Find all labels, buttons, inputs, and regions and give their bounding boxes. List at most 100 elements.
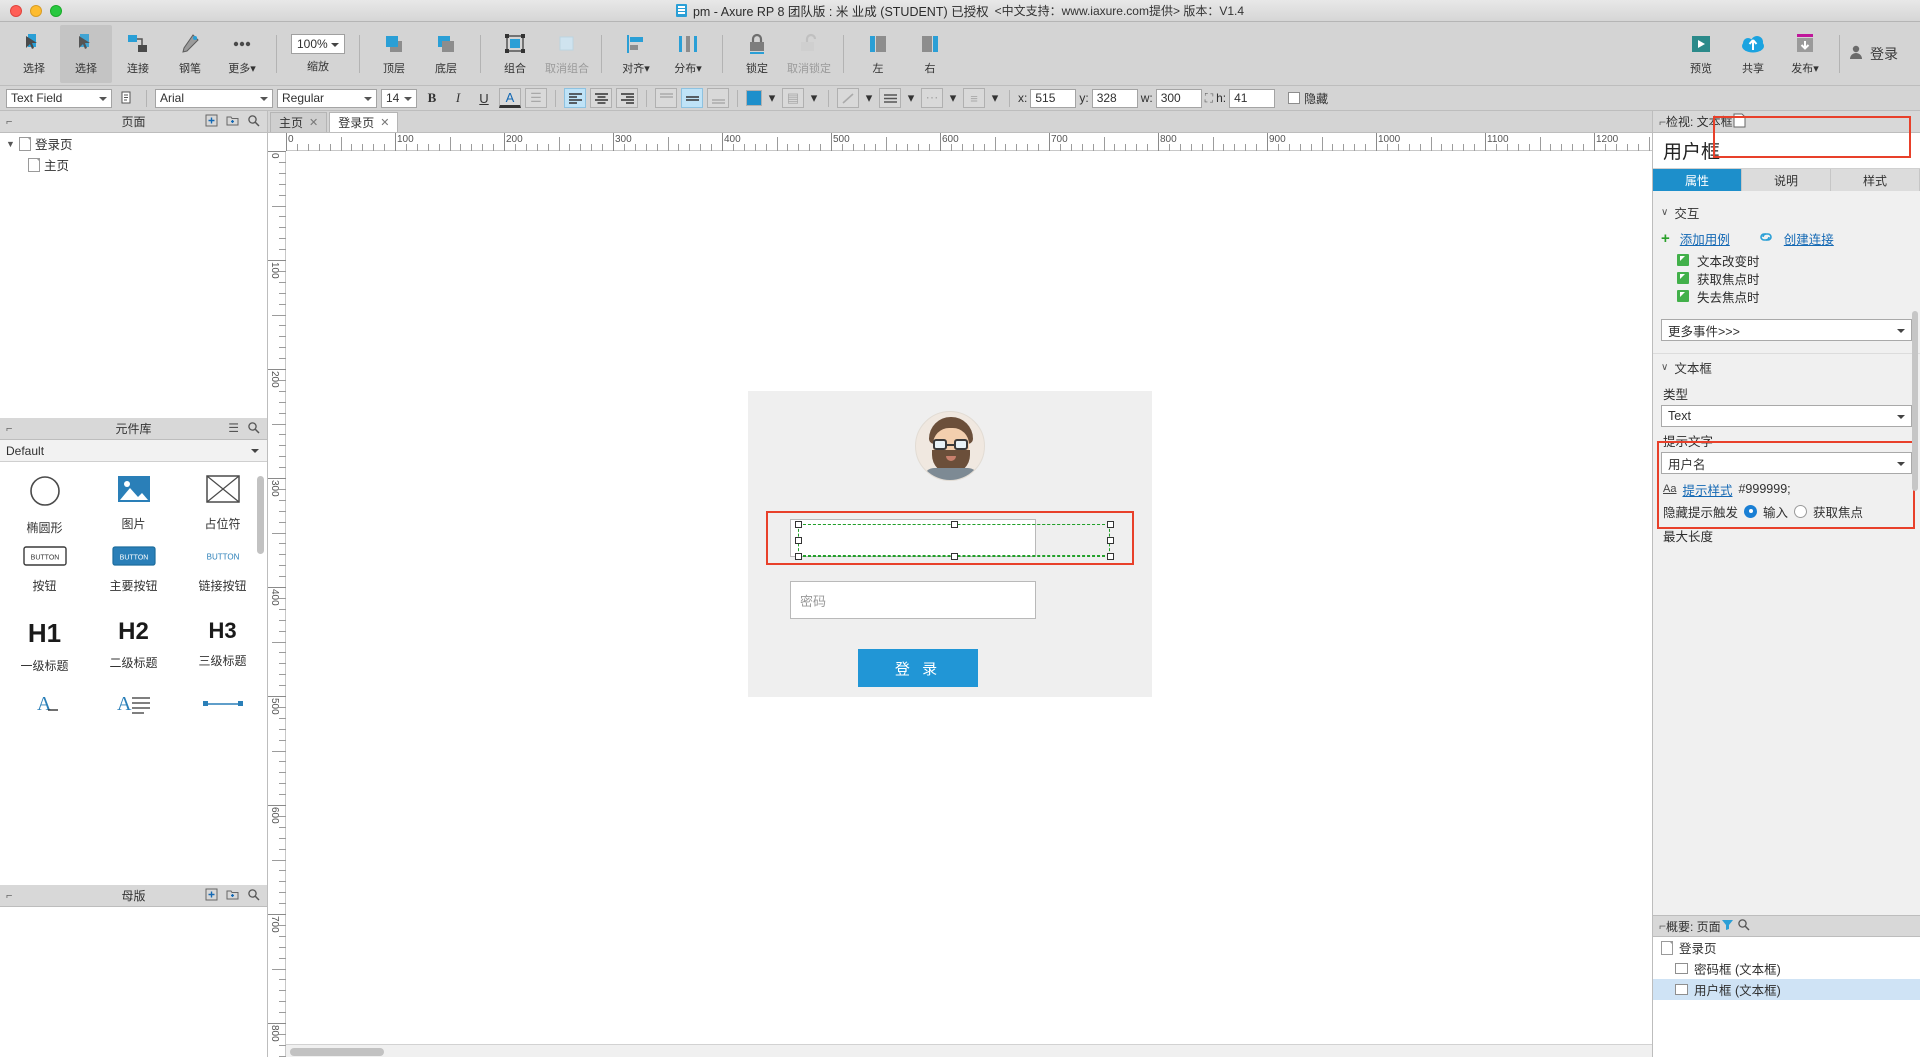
shadow-dropdown-icon[interactable]: ▾ <box>808 88 820 108</box>
library-item-horizontal-line[interactable] <box>178 690 267 762</box>
line-style-button[interactable] <box>837 88 859 108</box>
toolbar-bring-front[interactable]: 顶层 <box>368 25 420 83</box>
search-pages-icon[interactable] <box>247 114 260 130</box>
chevron-down-icon[interactable]: ∨ <box>1661 362 1668 373</box>
toolbar-select[interactable]: 选择 <box>8 25 60 83</box>
search-masters-icon[interactable] <box>247 888 260 904</box>
add-page-icon[interactable] <box>205 114 218 130</box>
tab-notes[interactable]: 说明 <box>1742 169 1831 191</box>
library-item-primary-button[interactable]: BUTTON 主要按钮 <box>89 546 178 618</box>
library-item-image[interactable]: 图片 <box>89 474 178 546</box>
toolbar-publish[interactable]: 发布▾ <box>1779 25 1831 83</box>
line-dash-button[interactable]: ⋯ <box>921 88 943 108</box>
toolbar-ungroup[interactable]: 取消组合 <box>541 25 593 83</box>
arrow-style-button[interactable]: ≡ <box>963 88 985 108</box>
style-copy-icon[interactable] <box>116 88 138 108</box>
toolbar-select-alt[interactable]: 选择 <box>60 24 112 83</box>
resize-handle-tc[interactable] <box>951 521 958 528</box>
library-menu-icon[interactable]: ☰ <box>228 421 239 437</box>
align-left-button[interactable] <box>564 88 586 108</box>
x-input[interactable]: 515 <box>1030 88 1077 108</box>
resize-handle-bc[interactable] <box>951 553 958 560</box>
hint-input[interactable]: 用户名 <box>1661 452 1912 474</box>
login-panel-widget[interactable]: 密码 登 录 <box>748 391 1152 697</box>
chevron-down-icon[interactable]: ▼ <box>6 139 15 149</box>
hide-hint-radio-input[interactable] <box>1744 504 1758 518</box>
design-sheet[interactable]: 密码 登 录 <box>286 151 1652 1057</box>
zoom-select[interactable]: 100% <box>291 33 345 54</box>
outline-item[interactable]: 密码框 (文本框) <box>1653 958 1920 979</box>
hint-style-link[interactable]: 提示样式 <box>1682 480 1732 499</box>
bold-button[interactable]: B <box>421 88 443 108</box>
close-icon[interactable]: ✕ <box>380 116 389 129</box>
library-scrollbar-thumb[interactable] <box>257 476 264 554</box>
page-tree-item[interactable]: 主页 <box>0 154 267 175</box>
shadow-button[interactable]: ▤ <box>782 88 804 108</box>
resize-handle-br[interactable] <box>1107 553 1114 560</box>
fill-color-dropdown-icon[interactable]: ▾ <box>766 88 778 108</box>
inspector-scrollbar-thumb[interactable] <box>1912 311 1918 491</box>
library-item-text-label[interactable]: A <box>0 690 89 762</box>
link-icon[interactable] <box>1758 231 1774 245</box>
outline-pin-icon[interactable]: ⌐ <box>1653 919 1666 933</box>
password-input[interactable]: 密码 <box>790 581 1036 619</box>
resize-handle-ml[interactable] <box>795 537 802 544</box>
horizontal-ruler[interactable]: 0 100 200 300 400 500 600 700 800 900 1000 1100 1200… <box>286 133 1652 151</box>
library-item-h3[interactable]: H3 三级标题 <box>178 618 267 690</box>
chevron-down-icon[interactable]: ∨ <box>1661 207 1668 218</box>
toolbar-group[interactable]: 组合 <box>489 25 541 83</box>
account-login-button[interactable]: 登录 <box>1848 44 1912 64</box>
library-item-h2[interactable]: H2 二级标题 <box>89 618 178 690</box>
h-input[interactable]: 41 <box>1229 88 1276 108</box>
hidden-checkbox[interactable] <box>1288 92 1301 104</box>
hide-hint-radio-focus[interactable] <box>1794 504 1808 518</box>
resize-handle-mr[interactable] <box>1107 537 1114 544</box>
align-center-button[interactable] <box>590 88 612 108</box>
toolbar-lock[interactable]: 锁定 <box>731 25 783 83</box>
line-width-button[interactable] <box>879 88 901 108</box>
line-style-dropdown-icon[interactable]: ▾ <box>863 88 875 108</box>
tab-style[interactable]: 样式 <box>1831 169 1920 191</box>
tab-properties[interactable]: 属性 <box>1653 169 1742 191</box>
inspector-pin-icon[interactable]: ⌐ <box>1653 115 1666 129</box>
create-link-link[interactable]: 创建连接 <box>1784 229 1834 248</box>
textfield-section-header[interactable]: ∨ 文本框 <box>1653 354 1920 380</box>
canvas-horizontal-scrollbar[interactable] <box>286 1044 1652 1057</box>
outline-root-row[interactable]: 登录页 <box>1653 937 1920 958</box>
add-folder-icon[interactable] <box>226 114 239 130</box>
toolbar-align[interactable]: 对齐▾ <box>610 25 662 83</box>
w-input[interactable]: 300 <box>1155 88 1202 108</box>
library-item-button[interactable]: BUTTON 按钮 <box>0 546 89 618</box>
line-width-dropdown-icon[interactable]: ▾ <box>905 88 917 108</box>
toolbar-connector[interactable]: 连接 <box>112 25 164 83</box>
align-bottom-button[interactable] <box>707 88 729 108</box>
event-item[interactable]: 文本改变时 <box>1653 251 1920 269</box>
widget-type-select[interactable]: Text Field <box>6 88 112 108</box>
type-select[interactable]: Text <box>1661 405 1912 427</box>
pages-pin-icon[interactable]: ⌐ <box>0 116 12 128</box>
login-submit-button[interactable]: 登 录 <box>858 649 978 687</box>
add-master-folder-icon[interactable] <box>226 888 239 904</box>
event-item[interactable]: 失去焦点时 <box>1653 287 1920 305</box>
outline-item[interactable]: 用户框 (文本框) <box>1653 979 1920 1000</box>
align-middle-button[interactable] <box>681 88 703 108</box>
pages-tree[interactable]: ▼ 登录页 主页 <box>0 133 267 418</box>
library-item-paragraph[interactable]: A <box>89 690 178 762</box>
library-select[interactable]: Default <box>0 440 267 462</box>
search-library-icon[interactable] <box>247 421 260 437</box>
list-button[interactable]: ☰ <box>525 88 547 108</box>
canvas-tab-home[interactable]: 主页 ✕ <box>270 112 328 132</box>
search-outline-icon[interactable] <box>1737 919 1750 934</box>
interaction-section-header[interactable]: ∨ 交互 <box>1653 199 1920 225</box>
toolbar-share[interactable]: 共享 <box>1727 25 1779 83</box>
toolbar-right-pane[interactable]: 右 <box>904 25 956 83</box>
add-case-link[interactable]: 添加用例 <box>1680 229 1730 248</box>
align-top-button[interactable] <box>655 88 677 108</box>
resize-handle-tr[interactable] <box>1107 521 1114 528</box>
toolbar-distribute[interactable]: 分布▾ <box>662 25 714 83</box>
close-icon[interactable]: ✕ <box>309 116 318 129</box>
add-master-icon[interactable] <box>205 888 218 904</box>
fill-color-button[interactable] <box>746 90 762 106</box>
toolbar-preview[interactable]: 预览 <box>1675 25 1727 83</box>
masters-pin-icon[interactable]: ⌐ <box>0 890 12 902</box>
